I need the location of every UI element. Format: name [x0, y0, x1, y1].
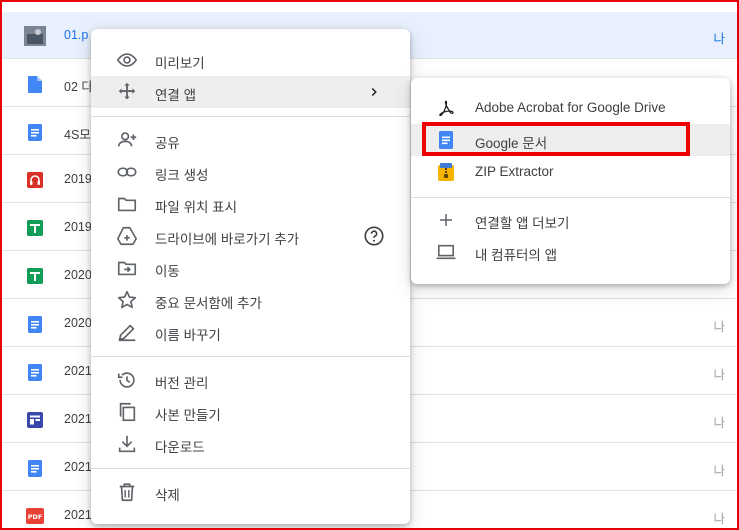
menu-item-get-link[interactable]: 링크 생성: [91, 156, 410, 188]
star-icon: [115, 288, 139, 312]
menu-label: 파일 위치 표시: [155, 200, 238, 215]
red-highlight-box: [422, 122, 690, 156]
open-with-submenu: Adobe Acrobat for Google Drive Google 문서…: [411, 78, 730, 284]
menu-label: 공유: [155, 136, 180, 151]
eye-icon: [115, 48, 139, 72]
file-owner: 나: [713, 368, 725, 382]
menu-label: 사본 만들기: [155, 408, 221, 423]
file-name: 2020: [64, 316, 92, 330]
file-name: 2021: [64, 412, 92, 426]
blue-file-icon: [24, 74, 46, 94]
file-name: 2020: [64, 268, 92, 282]
submenu-label: ZIP Extractor: [475, 164, 554, 179]
submenu-item-more-apps[interactable]: 연결할 앱 더보기: [411, 204, 730, 236]
menu-label: 미리보기: [155, 56, 205, 71]
file-name: 2021: [64, 364, 92, 378]
submenu-item-acrobat[interactable]: Adobe Acrobat for Google Drive: [411, 92, 730, 124]
file-name: 2021: [64, 460, 92, 474]
adobe-acrobat-icon: [435, 98, 457, 118]
sheets-icon: [24, 218, 46, 238]
file-name: 02 다: [64, 80, 93, 94]
menu-divider: [91, 356, 410, 357]
download-icon: [115, 432, 139, 456]
submenu-label: 연결할 앱 더보기: [475, 216, 570, 231]
drive-shortcut-icon: [115, 224, 139, 248]
zip-extractor-icon: [435, 162, 457, 182]
file-name: 2019: [64, 220, 92, 234]
folder-icon: [115, 192, 139, 216]
context-menu: 미리보기 연결 앱 공유 링크 생성 파일 위치 표시 드라이브에 바로가기 추…: [91, 29, 410, 524]
menu-item-copy[interactable]: 사본 만들기: [91, 396, 410, 428]
menu-label: 링크 생성: [155, 168, 209, 183]
docs-icon: [24, 122, 46, 142]
link-icon: [115, 160, 139, 184]
menu-label: 드라이브에 바로가기 추가: [155, 232, 300, 247]
forms-icon: [24, 410, 46, 430]
chevron-right-icon: [362, 80, 386, 104]
menu-item-versions[interactable]: 버전 관리: [91, 364, 410, 396]
menu-label: 삭제: [155, 488, 180, 503]
menu-item-share[interactable]: 공유: [91, 124, 410, 156]
menu-label: 이름 바꾸기: [155, 328, 221, 343]
file-name: 4S모: [64, 128, 91, 142]
submenu-item-zip-extractor[interactable]: ZIP Extractor: [411, 156, 730, 188]
docs-icon: [24, 362, 46, 382]
menu-label: 이동: [155, 264, 180, 279]
menu-item-download[interactable]: 다운로드: [91, 428, 410, 460]
docs-icon: [24, 314, 46, 334]
help-icon[interactable]: [362, 224, 386, 248]
submenu-label: Adobe Acrobat for Google Drive: [475, 100, 666, 115]
pencil-icon: [115, 320, 139, 344]
file-name: 01.p: [64, 28, 89, 42]
audio-file-icon: [24, 170, 46, 190]
menu-item-open-with[interactable]: 연결 앱: [91, 76, 410, 108]
submenu-divider: [411, 197, 730, 198]
plus-icon: [435, 210, 457, 230]
file-owner: 나: [713, 320, 725, 334]
file-owner: 나: [713, 512, 725, 526]
sheets-icon: [24, 266, 46, 286]
trash-icon: [115, 480, 139, 504]
menu-label: 버전 관리: [155, 376, 209, 391]
menu-item-delete[interactable]: 삭제: [91, 476, 410, 508]
menu-divider: [91, 468, 410, 469]
history-icon: [115, 368, 139, 392]
file-owner: 나: [713, 32, 725, 46]
docs-icon: [24, 458, 46, 478]
submenu-label: 내 컴퓨터의 앱: [475, 248, 558, 263]
move-to-folder-icon: [115, 256, 139, 280]
file-name: 2019: [64, 172, 92, 186]
submenu-item-computer-apps[interactable]: 내 컴퓨터의 앱: [411, 236, 730, 268]
menu-item-star[interactable]: 중요 문서함에 추가: [91, 284, 410, 316]
file-name: 2021: [64, 508, 92, 522]
add-person-icon: [115, 128, 139, 152]
file-owner: 나: [713, 416, 725, 430]
drive-window: 01.p 나 02 다 4S모 2019 2019 2020 2020 나 20…: [0, 0, 739, 530]
menu-item-add-shortcut[interactable]: 드라이브에 바로가기 추가: [91, 220, 410, 252]
menu-label: 연결 앱: [155, 88, 197, 103]
menu-label: 중요 문서함에 추가: [155, 296, 262, 311]
menu-item-rename[interactable]: 이름 바꾸기: [91, 316, 410, 348]
pdf-icon: PDF: [24, 506, 46, 526]
laptop-icon: [435, 242, 457, 262]
move-arrows-icon: [115, 80, 139, 104]
menu-divider: [91, 116, 410, 117]
menu-item-move[interactable]: 이동: [91, 252, 410, 284]
menu-item-preview[interactable]: 미리보기: [91, 44, 410, 76]
image-thumbnail-icon: [24, 26, 46, 46]
pdf-badge-text: PDF: [28, 513, 43, 521]
file-owner: 나: [713, 464, 725, 478]
menu-item-show-location[interactable]: 파일 위치 표시: [91, 188, 410, 220]
menu-label: 다운로드: [155, 440, 205, 455]
copy-icon: [115, 400, 139, 424]
